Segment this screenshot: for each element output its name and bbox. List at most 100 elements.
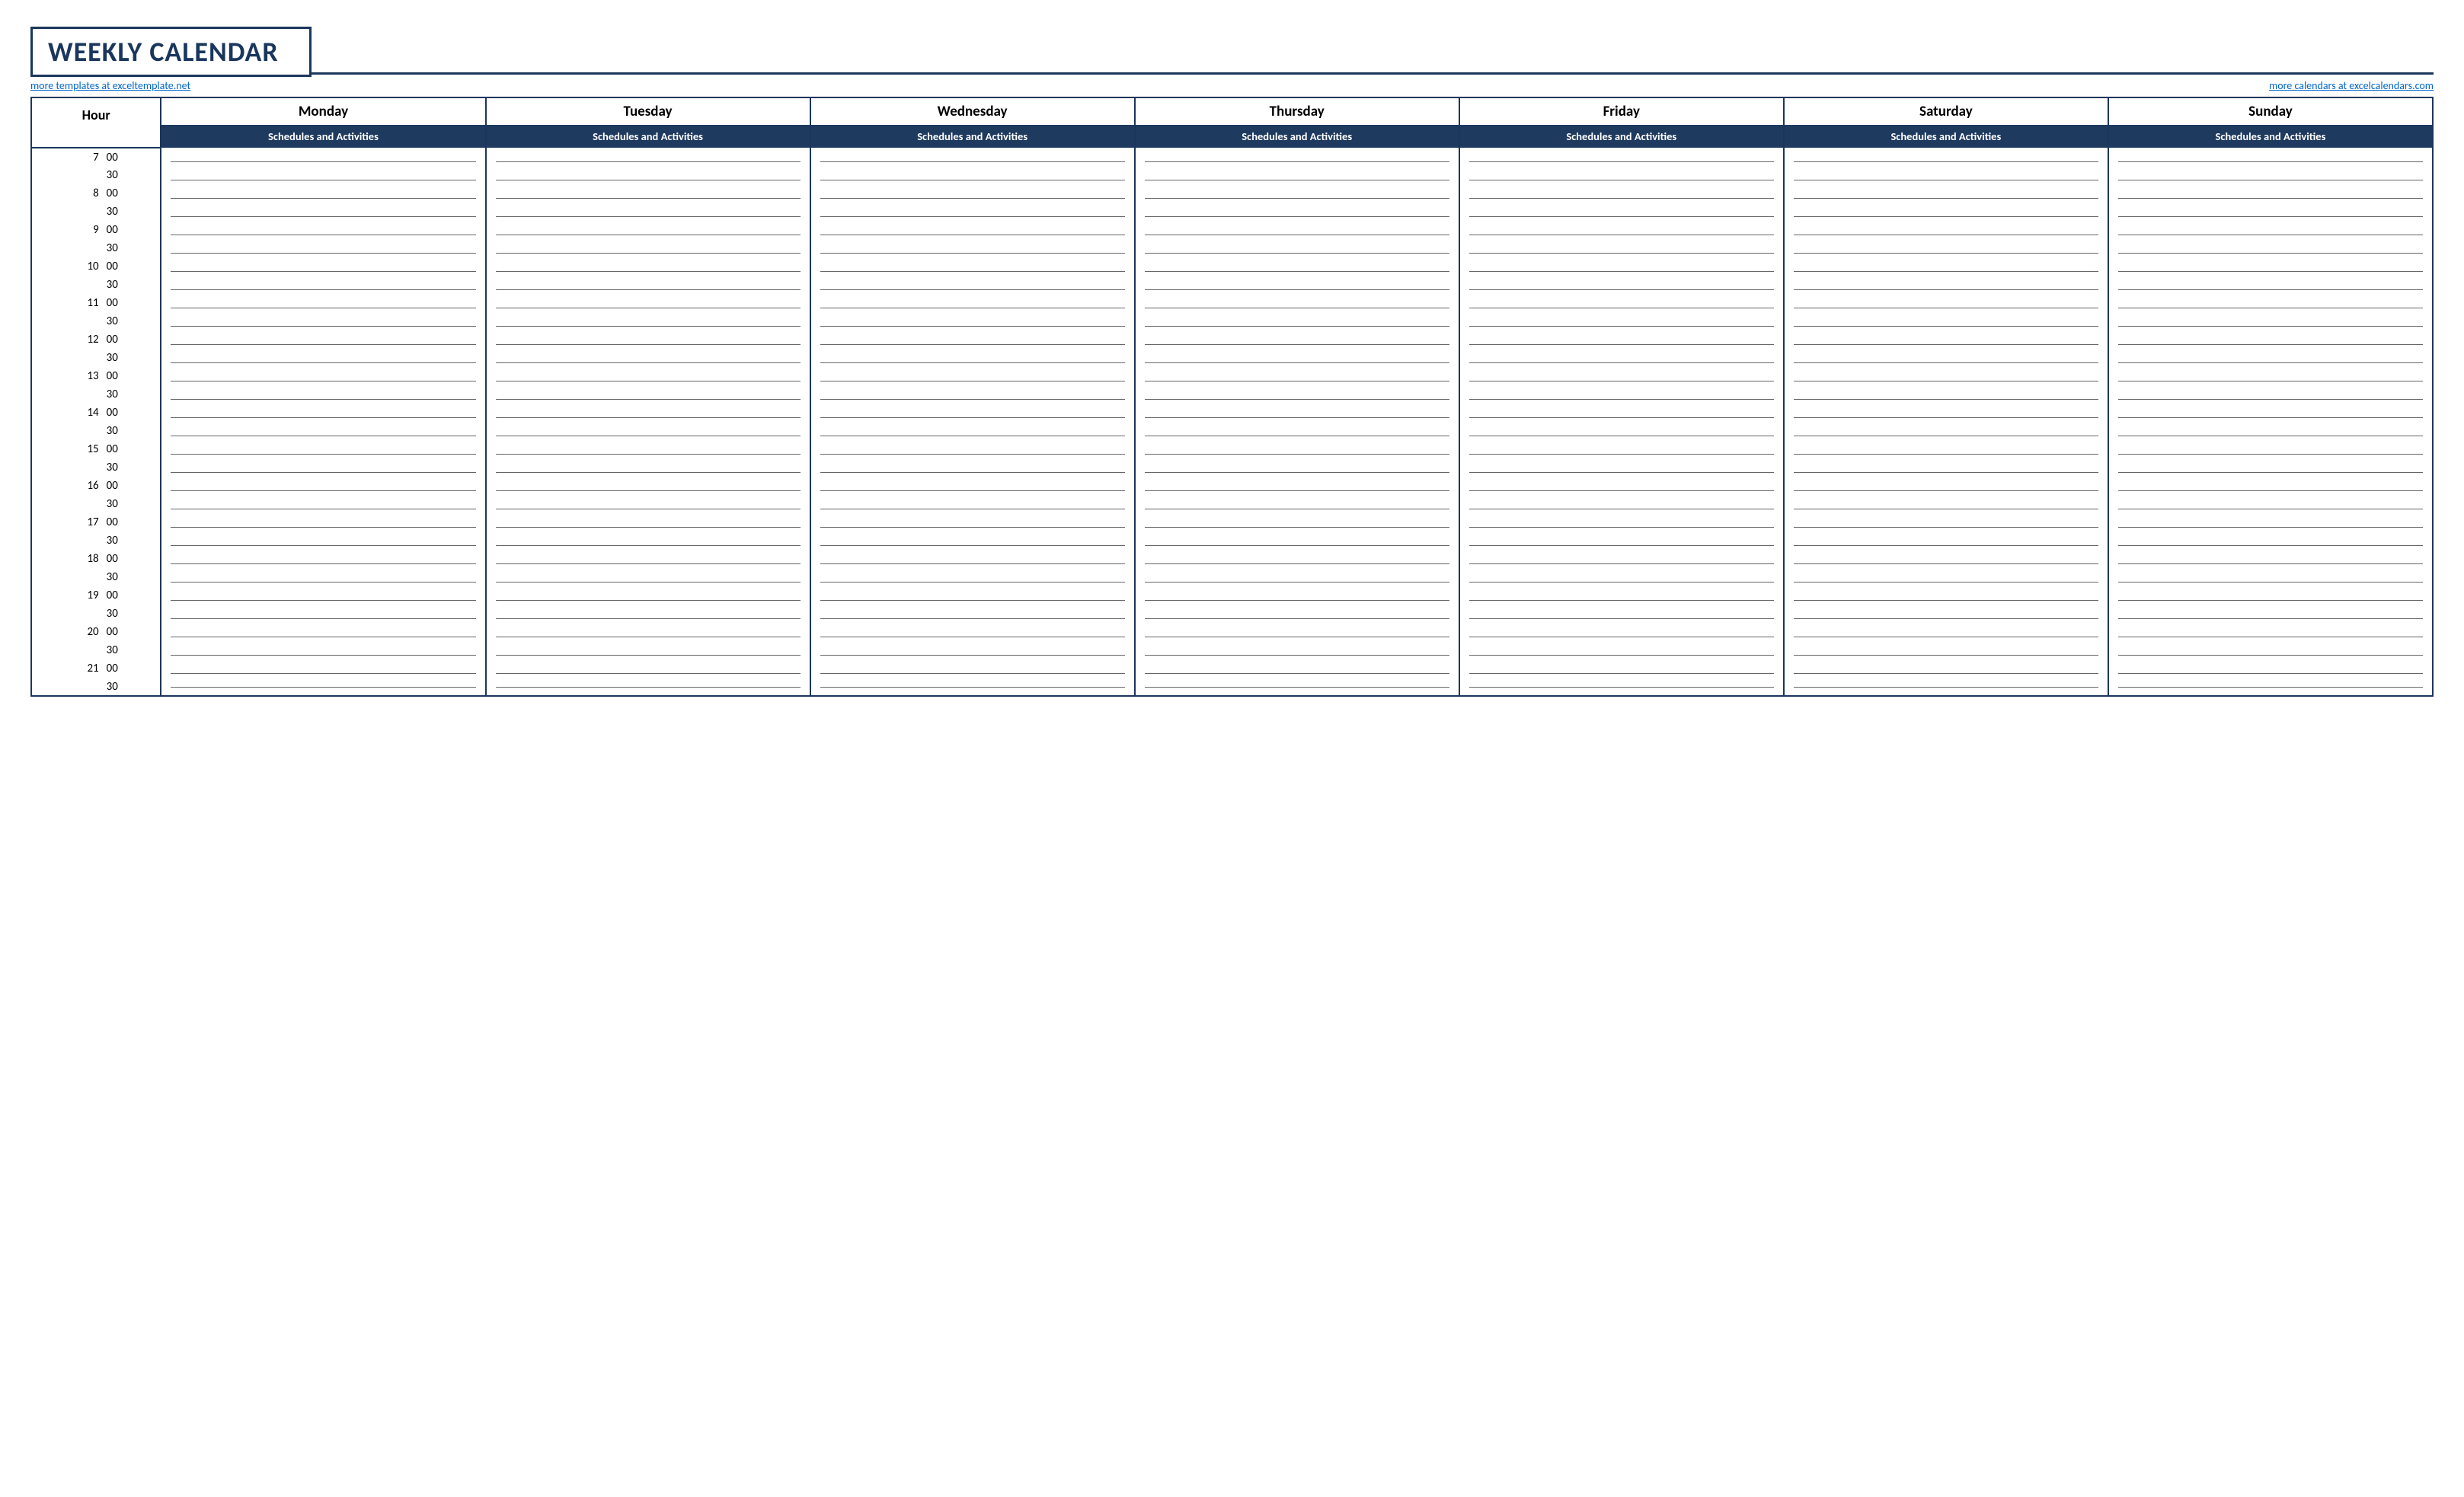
schedule-slot[interactable] xyxy=(2108,349,2433,367)
schedule-slot[interactable] xyxy=(161,166,485,184)
schedule-slot[interactable] xyxy=(810,312,1135,330)
schedule-slot[interactable] xyxy=(486,184,810,203)
schedule-slot[interactable] xyxy=(1459,440,1784,458)
schedule-slot[interactable] xyxy=(1784,349,2108,367)
schedule-slot[interactable] xyxy=(1784,276,2108,294)
schedule-slot[interactable] xyxy=(810,623,1135,641)
schedule-slot[interactable] xyxy=(486,166,810,184)
schedule-slot[interactable] xyxy=(2108,276,2433,294)
schedule-slot[interactable] xyxy=(486,385,810,404)
schedule-slot[interactable] xyxy=(1135,312,1459,330)
schedule-slot[interactable] xyxy=(161,203,485,221)
schedule-slot[interactable] xyxy=(2108,477,2433,495)
schedule-slot[interactable] xyxy=(486,239,810,257)
schedule-slot[interactable] xyxy=(1135,641,1459,659)
schedule-slot[interactable] xyxy=(486,531,810,550)
schedule-slot[interactable] xyxy=(161,641,485,659)
schedule-slot[interactable] xyxy=(1459,166,1784,184)
schedule-slot[interactable] xyxy=(1784,458,2108,477)
schedule-slot[interactable] xyxy=(1784,367,2108,385)
schedule-slot[interactable] xyxy=(486,641,810,659)
schedule-slot[interactable] xyxy=(1784,294,2108,312)
schedule-slot[interactable] xyxy=(810,166,1135,184)
schedule-slot[interactable] xyxy=(1784,166,2108,184)
schedule-slot[interactable] xyxy=(810,568,1135,586)
schedule-slot[interactable] xyxy=(1459,294,1784,312)
schedule-slot[interactable] xyxy=(1135,568,1459,586)
schedule-slot[interactable] xyxy=(1784,422,2108,440)
schedule-slot[interactable] xyxy=(1135,659,1459,678)
schedule-slot[interactable] xyxy=(1459,184,1784,203)
schedule-slot[interactable] xyxy=(810,550,1135,568)
schedule-slot[interactable] xyxy=(1135,477,1459,495)
schedule-slot[interactable] xyxy=(161,623,485,641)
schedule-slot[interactable] xyxy=(810,531,1135,550)
schedule-slot[interactable] xyxy=(486,404,810,422)
schedule-slot[interactable] xyxy=(1784,678,2108,696)
schedule-slot[interactable] xyxy=(486,221,810,239)
schedule-slot[interactable] xyxy=(1459,257,1784,276)
schedule-slot[interactable] xyxy=(486,148,810,166)
schedule-slot[interactable] xyxy=(1135,495,1459,513)
schedule-slot[interactable] xyxy=(486,203,810,221)
schedule-slot[interactable] xyxy=(2108,513,2433,531)
schedule-slot[interactable] xyxy=(161,294,485,312)
schedule-slot[interactable] xyxy=(486,294,810,312)
schedule-slot[interactable] xyxy=(1784,513,2108,531)
schedule-slot[interactable] xyxy=(1135,550,1459,568)
schedule-slot[interactable] xyxy=(2108,330,2433,349)
schedule-slot[interactable] xyxy=(486,495,810,513)
schedule-slot[interactable] xyxy=(1784,659,2108,678)
schedule-slot[interactable] xyxy=(1135,531,1459,550)
schedule-slot[interactable] xyxy=(810,367,1135,385)
schedule-slot[interactable] xyxy=(2108,385,2433,404)
schedule-slot[interactable] xyxy=(810,203,1135,221)
schedule-slot[interactable] xyxy=(1784,605,2108,623)
schedule-slot[interactable] xyxy=(1459,659,1784,678)
schedule-slot[interactable] xyxy=(1784,531,2108,550)
schedule-slot[interactable] xyxy=(2108,367,2433,385)
schedule-slot[interactable] xyxy=(1459,367,1784,385)
schedule-slot[interactable] xyxy=(2108,166,2433,184)
schedule-slot[interactable] xyxy=(1459,678,1784,696)
schedule-slot[interactable] xyxy=(810,239,1135,257)
schedule-slot[interactable] xyxy=(1459,330,1784,349)
schedule-slot[interactable] xyxy=(1135,458,1459,477)
schedule-slot[interactable] xyxy=(161,495,485,513)
schedule-slot[interactable] xyxy=(1459,568,1784,586)
schedule-slot[interactable] xyxy=(1459,623,1784,641)
schedule-slot[interactable] xyxy=(1784,495,2108,513)
schedule-slot[interactable] xyxy=(1784,586,2108,605)
schedule-slot[interactable] xyxy=(1459,531,1784,550)
schedule-slot[interactable] xyxy=(810,257,1135,276)
schedule-slot[interactable] xyxy=(1784,550,2108,568)
schedule-slot[interactable] xyxy=(2108,221,2433,239)
schedule-slot[interactable] xyxy=(2108,586,2433,605)
schedule-slot[interactable] xyxy=(1459,221,1784,239)
schedule-slot[interactable] xyxy=(1459,422,1784,440)
schedule-slot[interactable] xyxy=(1459,605,1784,623)
schedule-slot[interactable] xyxy=(2108,550,2433,568)
schedule-slot[interactable] xyxy=(486,605,810,623)
schedule-slot[interactable] xyxy=(1459,495,1784,513)
schedule-slot[interactable] xyxy=(161,659,485,678)
schedule-slot[interactable] xyxy=(1459,641,1784,659)
schedule-slot[interactable] xyxy=(1784,148,2108,166)
schedule-slot[interactable] xyxy=(1784,623,2108,641)
schedule-slot[interactable] xyxy=(486,440,810,458)
schedule-slot[interactable] xyxy=(161,513,485,531)
schedule-slot[interactable] xyxy=(1135,440,1459,458)
schedule-slot[interactable] xyxy=(2108,148,2433,166)
schedule-slot[interactable] xyxy=(1459,385,1784,404)
schedule-slot[interactable] xyxy=(161,440,485,458)
schedule-slot[interactable] xyxy=(1784,257,2108,276)
schedule-slot[interactable] xyxy=(486,550,810,568)
schedule-slot[interactable] xyxy=(1459,203,1784,221)
schedule-slot[interactable] xyxy=(161,239,485,257)
schedule-slot[interactable] xyxy=(486,458,810,477)
schedule-slot[interactable] xyxy=(1784,568,2108,586)
schedule-slot[interactable] xyxy=(486,623,810,641)
schedule-slot[interactable] xyxy=(161,568,485,586)
schedule-slot[interactable] xyxy=(1135,623,1459,641)
schedule-slot[interactable] xyxy=(810,458,1135,477)
